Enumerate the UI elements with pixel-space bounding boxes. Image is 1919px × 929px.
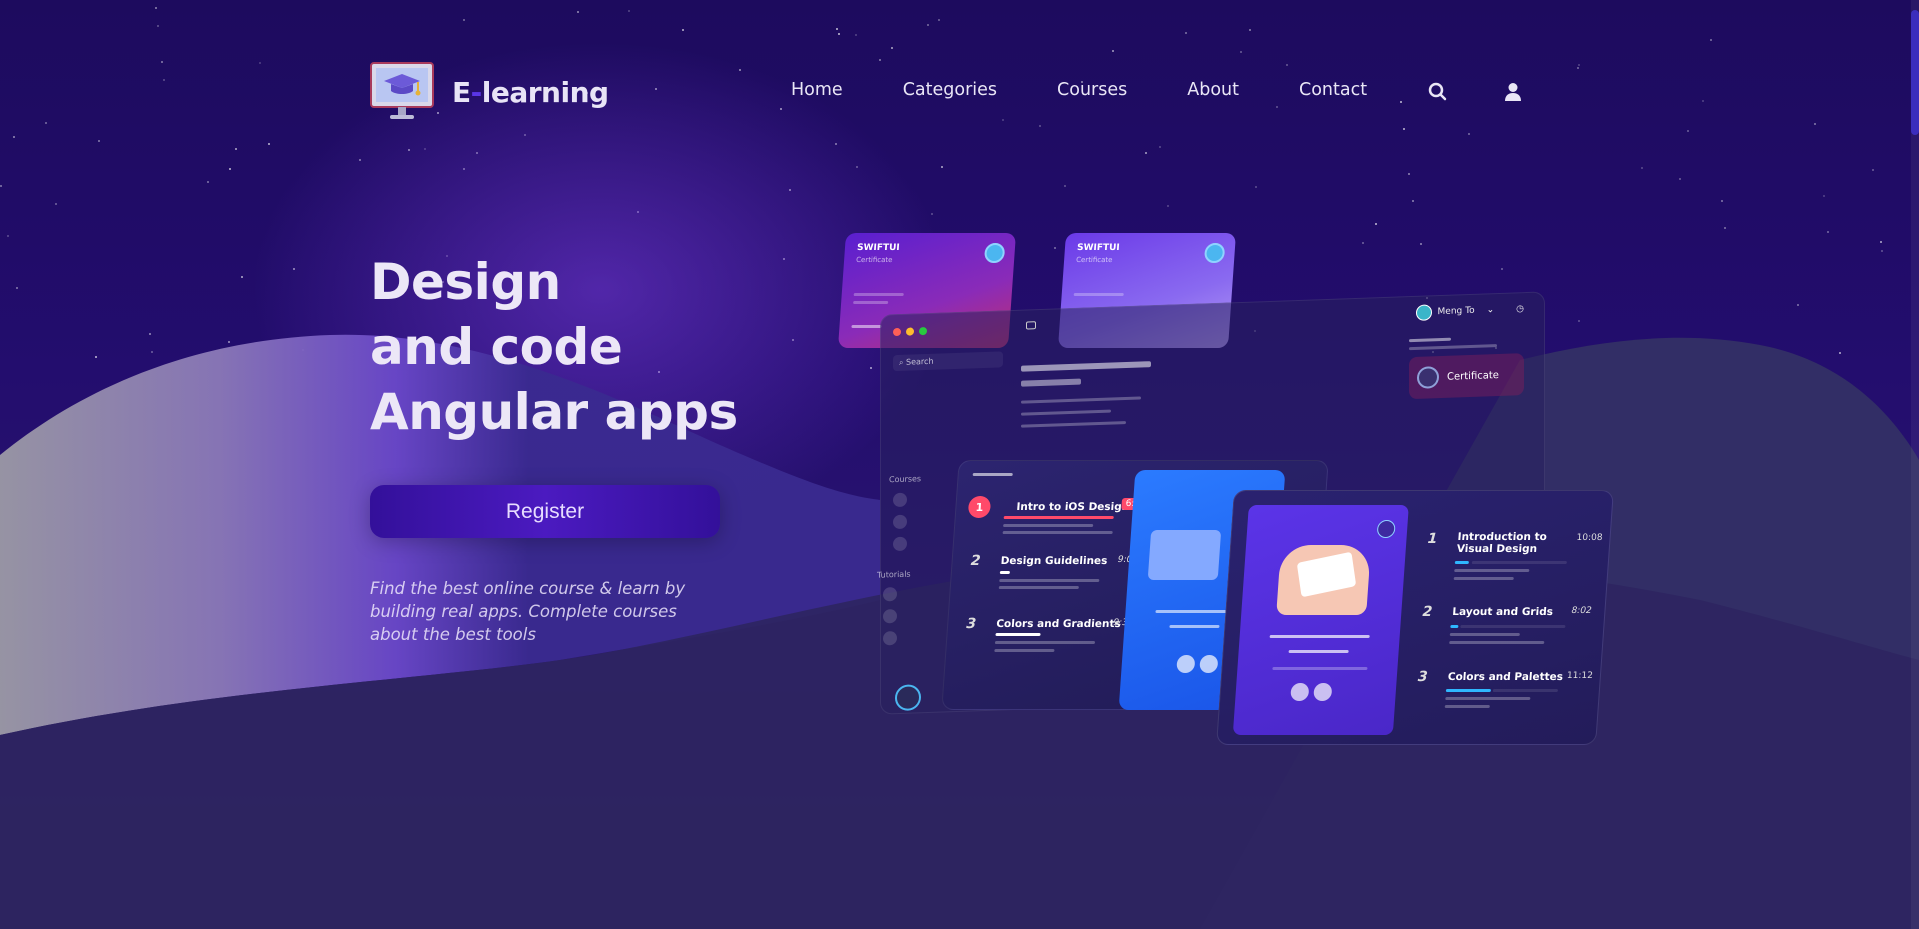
nav-contact[interactable]: Contact [1299, 80, 1367, 100]
swift-icon [1376, 520, 1396, 538]
brand-name: E-learning [452, 76, 609, 109]
certificate-card-subtitle: Certificate [855, 256, 893, 264]
swift-icon [883, 587, 897, 602]
swift-icon [893, 536, 907, 552]
certificate-card-title: SWIFTUI [856, 243, 901, 253]
course-title: Intro to iOS Design [1016, 501, 1130, 513]
register-button[interactable]: Register [370, 485, 720, 538]
course-item: 3 Colors and Gradients [960, 616, 1122, 632]
sketch-icon [895, 684, 921, 712]
swift-icon [883, 609, 897, 624]
window-close-dot [893, 327, 901, 337]
nav-home[interactable]: Home [791, 80, 843, 100]
avatar [1199, 655, 1219, 673]
hero-title-line-2: and code [370, 318, 623, 376]
certificate-pill-label: Certificate [1447, 369, 1499, 383]
scrollbar[interactable] [1911, 0, 1919, 929]
avatar [1176, 655, 1196, 673]
course-list-panel-2: 1 Introduction to Visual Design 10:08 2 … [1216, 490, 1614, 745]
laptop-illustration [1147, 530, 1222, 580]
nav-courses[interactable]: Courses [1057, 80, 1127, 100]
course-title: Layout and Grids [1451, 606, 1554, 618]
crown-icon [1417, 366, 1439, 389]
certificate-card-title: SWIFTUI [1076, 243, 1121, 253]
window-minimize-dot [906, 327, 914, 336]
hero-title-line-1: Design [370, 253, 561, 311]
course-title: Colors and Gradients [995, 618, 1122, 630]
course-number: 1 [967, 496, 992, 518]
course-number: 3 [1417, 669, 1429, 685]
window-user: Meng To ⌄ ◷ [1415, 301, 1524, 321]
course-duration: 10:08 [1576, 533, 1603, 543]
figma-icon [883, 631, 897, 646]
course-title: Introduction to Visual Design [1456, 531, 1548, 555]
nav-categories[interactable]: Categories [903, 80, 997, 100]
course-duration: 8:02 [1571, 606, 1593, 616]
chevron-down-icon: ⌄ [1486, 305, 1495, 316]
nav-about[interactable]: About [1187, 80, 1239, 100]
course-item: 2 Design Guidelines [964, 553, 1108, 569]
avatar [1290, 683, 1310, 701]
course-number: 3 [965, 616, 977, 632]
course-title: Colors and Palettes [1447, 671, 1564, 683]
sidebar-section-tutorials: Tutorials [877, 569, 911, 580]
course-number: 1 [1427, 531, 1438, 547]
course-item: 2 Layout and Grids [1416, 604, 1554, 620]
avatar [1313, 683, 1333, 701]
course-item: 1 Intro to iOS Design [967, 496, 1130, 518]
certificate-card-subtitle: Certificate [1075, 256, 1113, 264]
window-maximize-dot [919, 326, 927, 336]
scrollbar-thumb[interactable] [1911, 10, 1919, 135]
user-icon[interactable] [1502, 81, 1524, 103]
hero-title-line-3: Angular apps [370, 383, 738, 441]
course-duration: 11:12 [1566, 671, 1594, 681]
swift-icon [893, 514, 907, 530]
swift-icon [893, 492, 907, 508]
sidebar-toggle-icon [1026, 321, 1036, 330]
course-number: 2 [970, 553, 982, 569]
brand-name-prefix: E [452, 75, 471, 109]
hero-title: Design and code Angular apps [370, 250, 738, 445]
window-search-placeholder: Search [906, 356, 934, 367]
window-search: ⌕ Search [893, 351, 1003, 372]
brand-logo[interactable]: E-learning [370, 62, 609, 122]
avatar [1415, 304, 1432, 321]
course-title: Design Guidelines [1000, 555, 1108, 567]
clock-icon: ◷ [1516, 304, 1524, 315]
sidebar-section-courses: Courses [889, 474, 922, 485]
brand-name-suffix: learning [481, 75, 609, 109]
course-number: 2 [1421, 604, 1433, 620]
brand-name-dash: - [470, 75, 483, 109]
app-preview-illustration: SWIFTUI Certificate SWIFTUI Certificate … [830, 225, 1650, 765]
hero-description: Find the best online course & learn by b… [370, 579, 686, 644]
main-nav: Home Categories Courses About Contact [791, 80, 1427, 100]
course-cover-card [1232, 505, 1409, 735]
monitor-graduation-cap-icon [370, 62, 434, 122]
search-icon[interactable] [1427, 81, 1449, 103]
certificate-pill: Certificate [1409, 353, 1524, 400]
course-item: 1 Introduction to Visual Design [1420, 531, 1592, 555]
course-item: 3 Colors and Palettes [1411, 669, 1563, 685]
window-user-name: Meng To [1437, 305, 1475, 318]
